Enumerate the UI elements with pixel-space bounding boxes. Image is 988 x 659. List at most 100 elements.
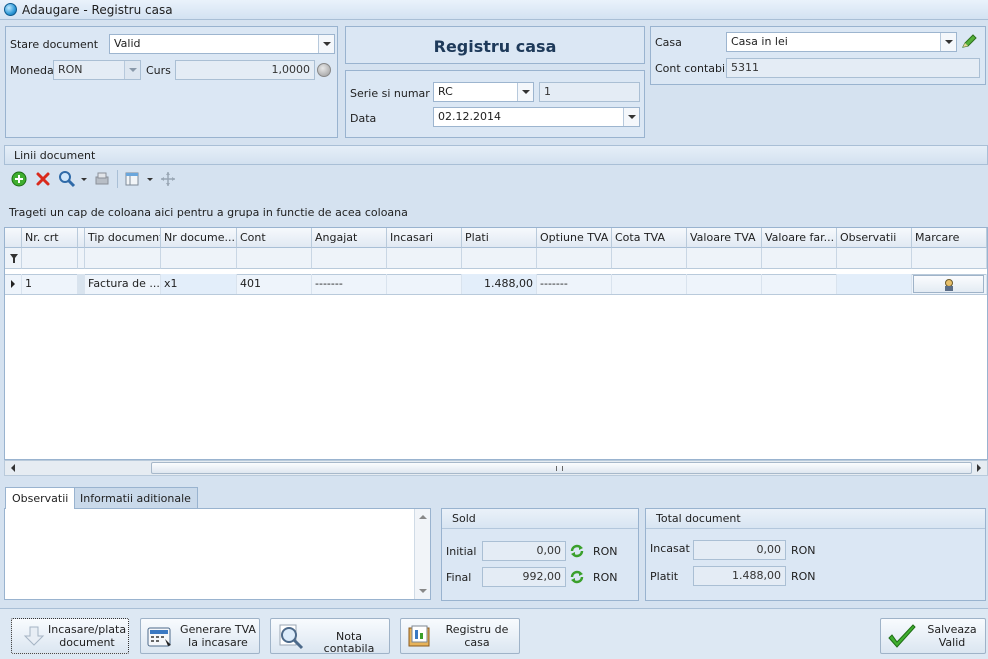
filter-cell[interactable]: [462, 248, 537, 269]
columns-icon[interactable]: [124, 171, 140, 187]
moneda-select[interactable]: RON: [53, 60, 141, 80]
salveaza-button[interactable]: Salveaza Valid: [880, 618, 986, 654]
cell-marcare[interactable]: [912, 274, 987, 294]
stare-label: Stare document: [10, 38, 99, 51]
incasat-value: 0,00: [756, 543, 782, 556]
tab-observatii[interactable]: Observatii: [5, 487, 76, 509]
cell-tip-document[interactable]: Factura de ...: [85, 274, 161, 294]
add-icon[interactable]: [11, 171, 27, 187]
numar-field[interactable]: 1: [539, 82, 640, 102]
col-header-valoare-fara[interactable]: Valoare far...: [762, 228, 837, 248]
app-icon: [4, 3, 17, 16]
chevron-down-icon[interactable]: [147, 178, 153, 181]
cell-valoare-fara[interactable]: [762, 274, 837, 294]
filter-cell[interactable]: [161, 248, 237, 269]
cell-angajat[interactable]: -------: [312, 274, 387, 294]
cell-nr-document[interactable]: x1: [161, 274, 237, 294]
incasat-field[interactable]: 0,00: [693, 540, 786, 560]
curs-field[interactable]: 1,0000: [175, 60, 315, 80]
dropdown-icon[interactable]: [124, 61, 140, 79]
col-header-nr-document[interactable]: Nr docume...: [161, 228, 237, 248]
filter-cell[interactable]: [85, 248, 161, 269]
generare-tva-label-1: Generare TVA: [180, 623, 256, 636]
sold-final-label: Final: [446, 571, 472, 584]
scroll-right-icon[interactable]: [977, 464, 981, 472]
filter-cell[interactable]: [22, 248, 78, 269]
col-header-observatii[interactable]: Observatii: [837, 228, 912, 248]
col-header-cont[interactable]: Cont: [237, 228, 312, 248]
casa-label: Casa: [655, 36, 682, 49]
col-header-valoare-tva[interactable]: Valoare TVA: [687, 228, 762, 248]
nota-contabila-button[interactable]: Nota contabila: [270, 618, 390, 655]
cell-plati[interactable]: 1.488,00: [462, 274, 537, 294]
refresh-icon[interactable]: [568, 542, 586, 560]
horizontal-scrollbar[interactable]: [4, 460, 988, 476]
dropdown-icon[interactable]: [940, 33, 956, 51]
col-header-cota-tva[interactable]: Cota TVA: [612, 228, 687, 248]
dropdown-icon[interactable]: [517, 83, 533, 101]
registru-casa-button[interactable]: Registru de casa: [400, 618, 520, 654]
cell-nr-crt[interactable]: 1: [22, 274, 78, 294]
edit-pencil-icon[interactable]: [959, 32, 979, 52]
scroll-thumb[interactable]: [151, 462, 972, 474]
cell-cota-tva[interactable]: [612, 274, 687, 294]
col-header-splitter[interactable]: [78, 228, 85, 248]
platit-field[interactable]: 1.488,00: [693, 566, 786, 586]
grip-icon: [556, 466, 563, 471]
cont-contabil-field[interactable]: 5311: [726, 58, 980, 78]
lines-section-title: Linii document: [14, 149, 96, 162]
mark-button[interactable]: [913, 275, 984, 293]
tab-informatii-aditionale[interactable]: Informatii aditionale: [73, 487, 198, 508]
stare-document-select[interactable]: Valid: [109, 34, 335, 54]
col-header-plati[interactable]: Plati: [462, 228, 537, 248]
col-header-angajat[interactable]: Angajat: [312, 228, 387, 248]
cell-incasari[interactable]: [387, 274, 462, 294]
chevron-down-icon[interactable]: [81, 178, 87, 181]
filter-cell[interactable]: [837, 248, 912, 269]
cell-cont[interactable]: 401: [237, 274, 312, 294]
filter-cell: [78, 248, 85, 269]
refresh-icon[interactable]: [568, 568, 586, 586]
filter-cell[interactable]: [762, 248, 837, 269]
nota-contabila-label: Nota contabila: [323, 630, 375, 655]
col-header-nr-crt[interactable]: Nr. crt: [22, 228, 78, 248]
filter-cell[interactable]: [387, 248, 462, 269]
group-by-hint[interactable]: Trageti un cap de coloana aici pentru a …: [9, 206, 408, 219]
data-date-picker[interactable]: 02.12.2014: [433, 107, 640, 127]
cell-valoare-tva[interactable]: [687, 274, 762, 294]
col-header-tip-document[interactable]: Tip document: [85, 228, 161, 248]
col-header-optiune-tva[interactable]: Optiune TVA: [537, 228, 612, 248]
info-circle-icon[interactable]: [317, 63, 331, 77]
filter-cell[interactable]: [537, 248, 612, 269]
cell-observatii[interactable]: [837, 274, 912, 294]
filter-cell[interactable]: [912, 248, 987, 269]
serie-select[interactable]: RC: [433, 82, 534, 102]
dropdown-icon[interactable]: [318, 35, 334, 53]
checkmark-icon: [886, 622, 918, 652]
sold-initial-currency: RON: [593, 545, 618, 558]
scroll-left-icon[interactable]: [11, 464, 15, 472]
col-header-incasari[interactable]: Incasari: [387, 228, 462, 248]
delete-icon[interactable]: [35, 171, 51, 187]
filter-cell[interactable]: [237, 248, 312, 269]
incasare-plata-button[interactable]: Incasare/plata document: [11, 618, 129, 654]
observatii-textarea[interactable]: [4, 508, 431, 600]
vertical-scrollbar[interactable]: [414, 509, 430, 599]
cell-optiune-tva[interactable]: -------: [537, 274, 612, 294]
col-header-marcare[interactable]: Marcare: [912, 228, 987, 248]
move-icon[interactable]: [160, 171, 176, 187]
row-indicator-icon[interactable]: [5, 274, 22, 294]
casa-select[interactable]: Casa in lei: [726, 32, 957, 52]
scroll-up-icon[interactable]: [419, 515, 427, 519]
filter-cell[interactable]: [312, 248, 387, 269]
dropdown-icon[interactable]: [623, 108, 639, 126]
casa-value: Casa in lei: [731, 35, 788, 48]
sold-initial-field[interactable]: 0,00: [482, 541, 566, 561]
generare-tva-button[interactable]: Generare TVA la incasare: [140, 618, 260, 654]
sold-final-field[interactable]: 992,00: [482, 567, 566, 587]
print-icon[interactable]: [94, 171, 110, 187]
filter-cell[interactable]: [612, 248, 687, 269]
search-icon[interactable]: [58, 170, 76, 188]
scroll-down-icon[interactable]: [419, 589, 427, 593]
filter-cell[interactable]: [687, 248, 762, 269]
